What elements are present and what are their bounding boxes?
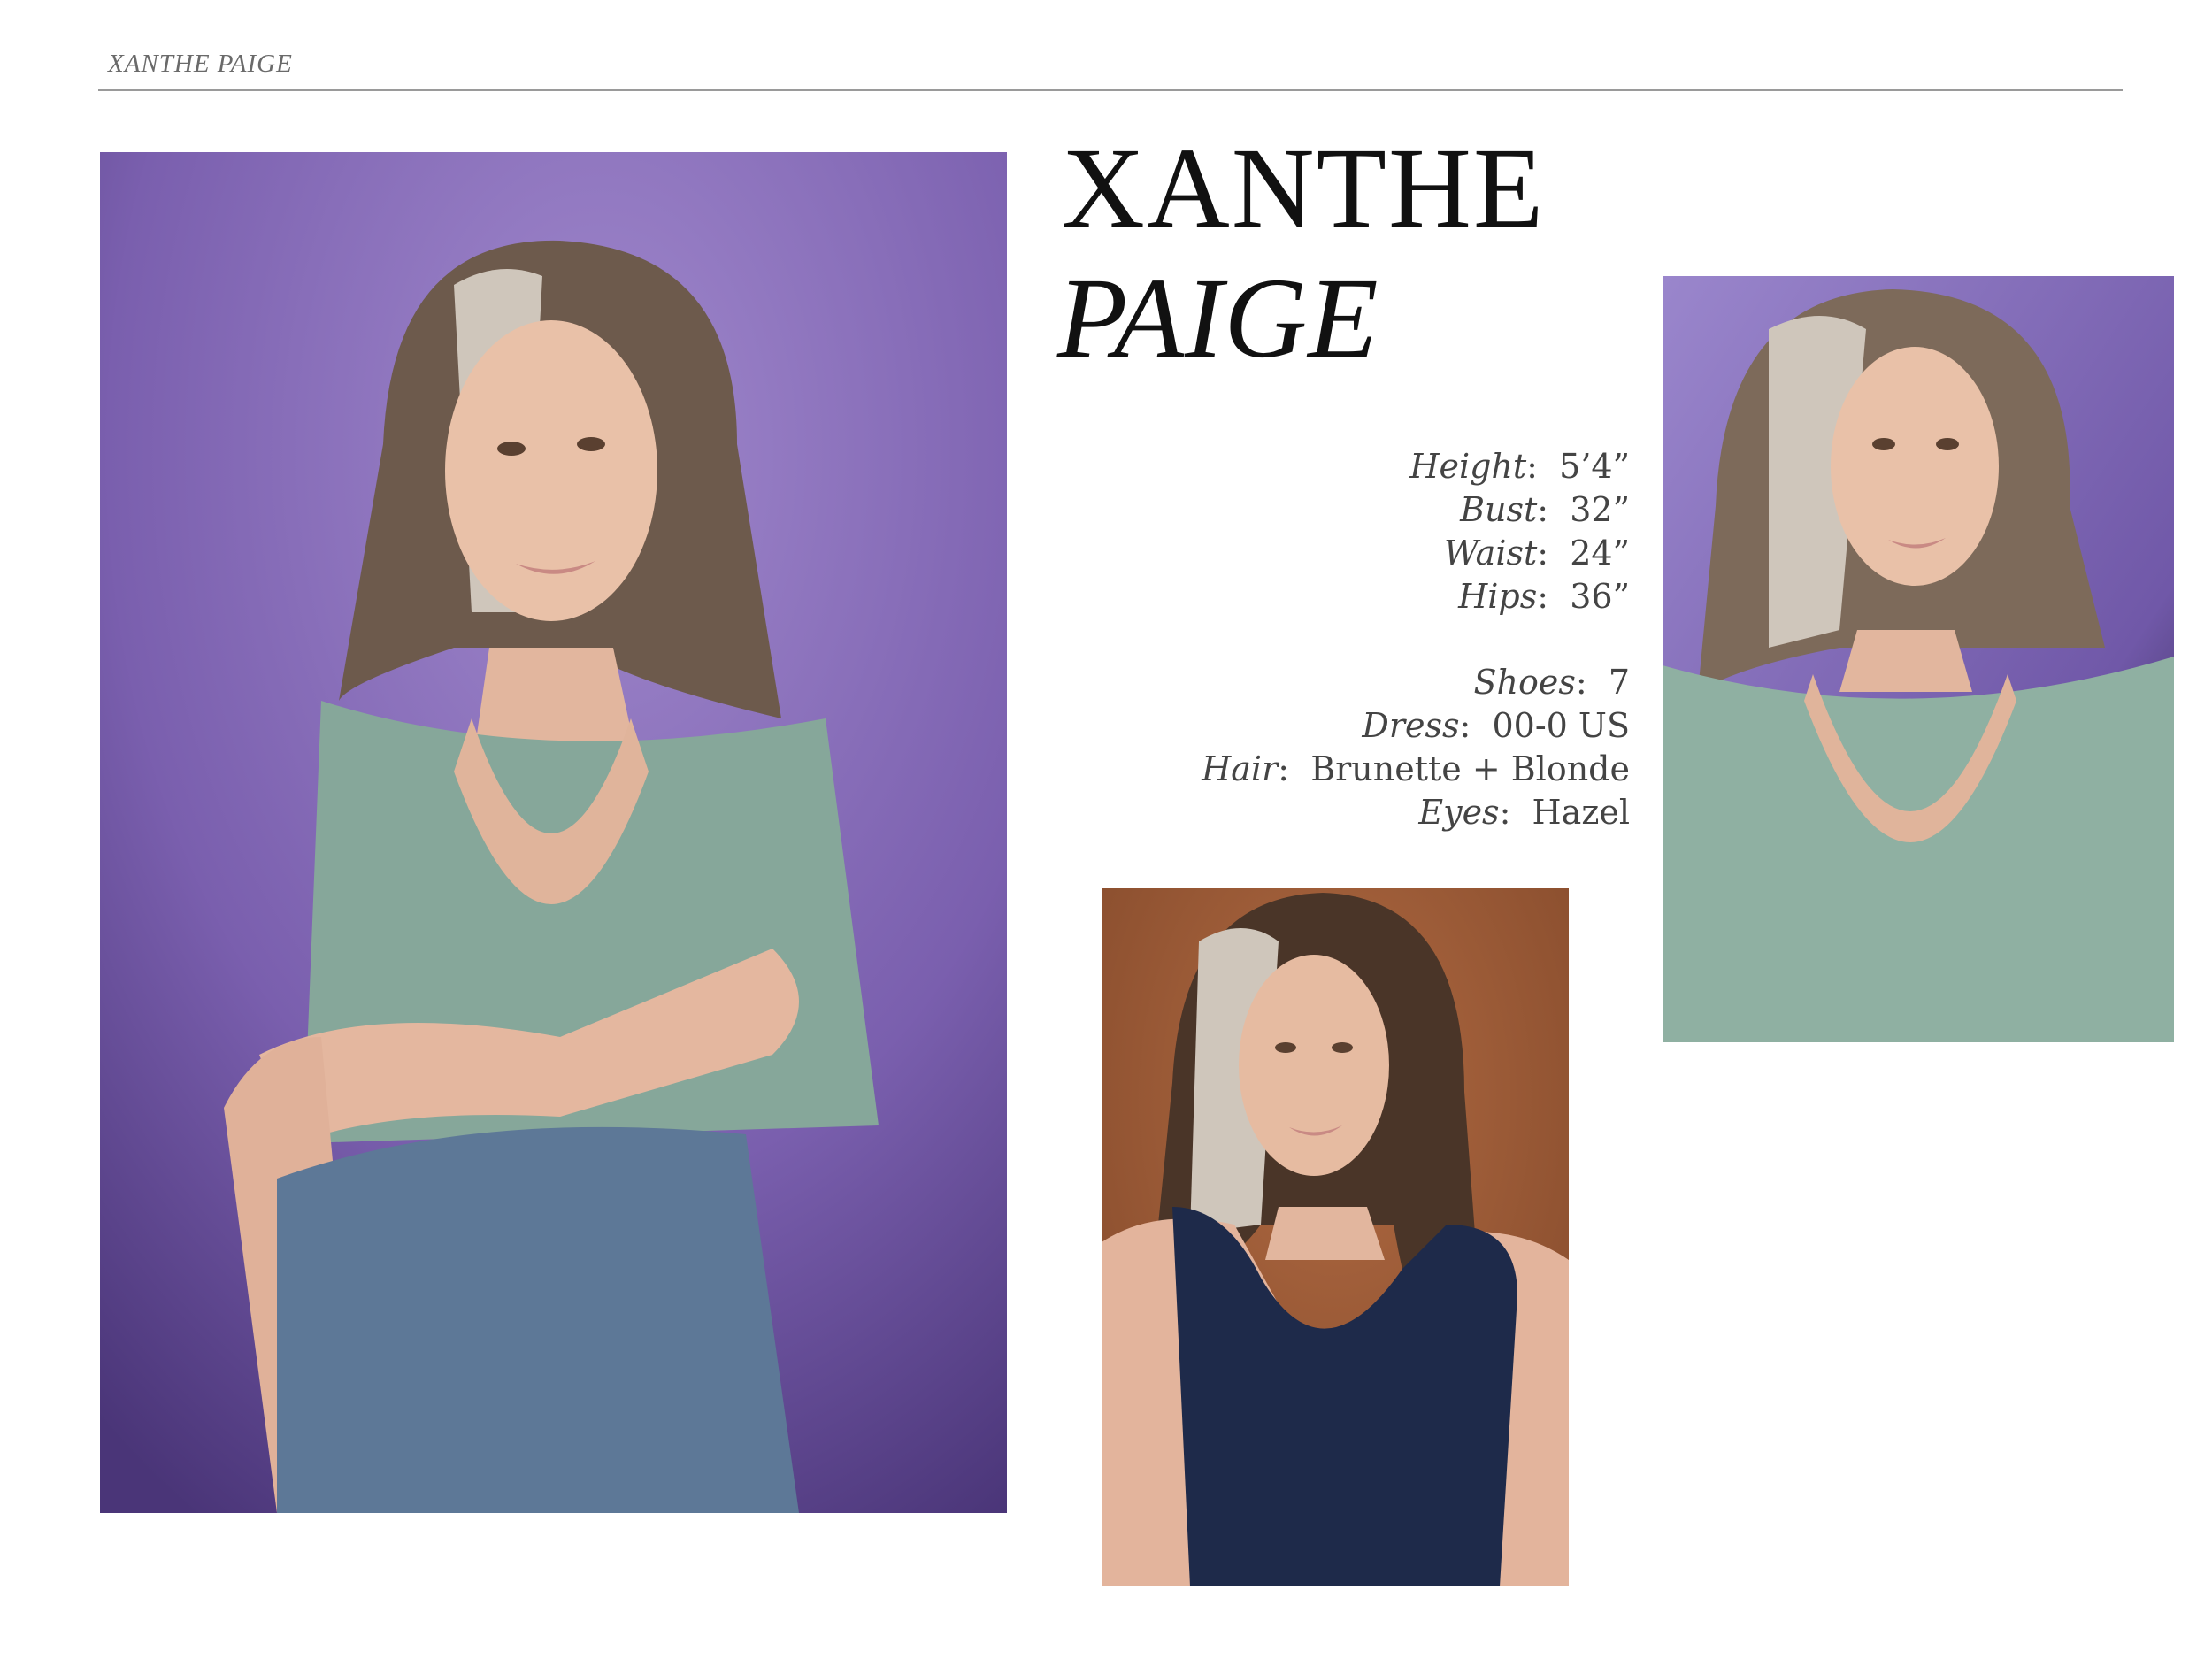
stat-height: Height: 5’4” <box>1409 447 1630 486</box>
stat-waist: Waist: 24” <box>1443 534 1630 572</box>
stat-dress: Dress: 00-0 US <box>1362 706 1630 745</box>
header-name: XANTHE PAIGE <box>108 50 293 78</box>
stat-shoes: Shoes: 7 <box>1473 663 1630 702</box>
model-stats: Height: 5’4” Bust: 32” Waist: 24” Hips: … <box>1202 445 1630 834</box>
stat-bust: Bust: 32” <box>1460 490 1630 529</box>
stat-eyes: Eyes: Hazel <box>1418 793 1630 832</box>
model-first-name: XANTHE <box>1062 125 1546 252</box>
model-last-name: PAIGE <box>1057 255 1379 382</box>
header-divider <box>98 89 2123 91</box>
main-portrait-photo <box>100 152 1007 1513</box>
bottom-headshot-photo <box>1102 888 1569 1586</box>
stat-hips: Hips: 36” <box>1458 577 1630 616</box>
right-headshot-photo <box>1663 276 2174 1042</box>
stat-hair: Hair: Brunette + Blonde <box>1202 749 1630 788</box>
